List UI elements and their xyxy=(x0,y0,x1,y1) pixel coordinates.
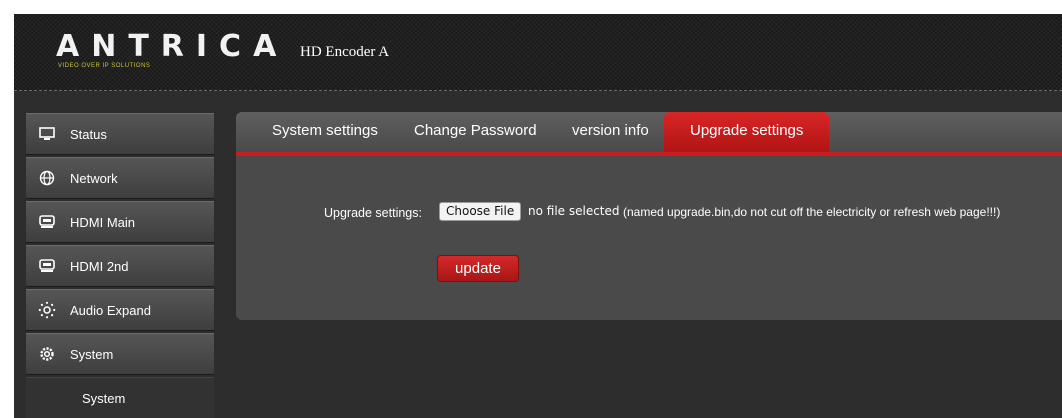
tab-bar: System settings Change Password version … xyxy=(236,112,1062,156)
sidebar: Status Network HDMI Main HDMI 2nd Audio … xyxy=(26,113,214,418)
sidebar-item-hdmi-2nd[interactable]: HDMI 2nd xyxy=(26,245,214,287)
sidebar-subitem-system[interactable]: System xyxy=(26,377,214,418)
sidebar-item-label: HDMI Main xyxy=(70,214,136,230)
tab-change-password[interactable]: Change Password xyxy=(414,112,537,152)
header-bar: ANTRICA VIDEO OVER IP SOLUTIONS HD Encod… xyxy=(14,14,1062,91)
audio-dots-icon xyxy=(38,301,56,319)
choose-file-button[interactable]: Choose File xyxy=(439,202,522,221)
sidebar-item-status[interactable]: Status xyxy=(26,113,214,155)
tab-system-settings[interactable]: System settings xyxy=(272,112,378,152)
hdmi-icon xyxy=(38,257,56,275)
device-name: HD Encoder A xyxy=(300,44,390,60)
logo-text: ANTRICA xyxy=(56,29,289,64)
sidebar-item-hdmi-main[interactable]: HDMI Main xyxy=(26,201,214,243)
sidebar-item-label: Audio Expand xyxy=(70,302,151,318)
sidebar-item-system[interactable]: System xyxy=(26,333,214,375)
sidebar-item-audio-expand[interactable]: Audio Expand xyxy=(26,289,214,331)
gear-icon xyxy=(38,345,56,363)
hdmi-icon xyxy=(38,213,56,231)
sidebar-item-label: HDMI 2nd xyxy=(70,258,129,274)
update-button[interactable]: update xyxy=(437,255,519,282)
sidebar-item-label: Network xyxy=(70,170,118,186)
settings-panel: System settings Change Password version … xyxy=(236,112,1062,320)
antrica-logo: ANTRICA VIDEO OVER IP SOLUTIONS xyxy=(56,30,276,74)
sidebar-item-label: Status xyxy=(70,126,107,142)
logo-tagline: VIDEO OVER IP SOLUTIONS xyxy=(58,63,151,69)
sidebar-item-label: System xyxy=(70,346,114,362)
upgrade-hint: (named upgrade.bin,do not cut off the el… xyxy=(623,205,1001,219)
monitor-icon xyxy=(38,125,56,143)
tab-upgrade-settings[interactable]: Upgrade settings xyxy=(664,112,830,152)
file-status-text: no file selected xyxy=(528,204,620,218)
tab-version-info[interactable]: version info xyxy=(572,112,649,152)
sidebar-item-network[interactable]: Network xyxy=(26,157,214,199)
globe-icon xyxy=(38,169,56,187)
app-frame: ANTRICA VIDEO OVER IP SOLUTIONS HD Encod… xyxy=(14,14,1062,418)
upgrade-settings-label: Upgrade settings: xyxy=(324,206,422,220)
